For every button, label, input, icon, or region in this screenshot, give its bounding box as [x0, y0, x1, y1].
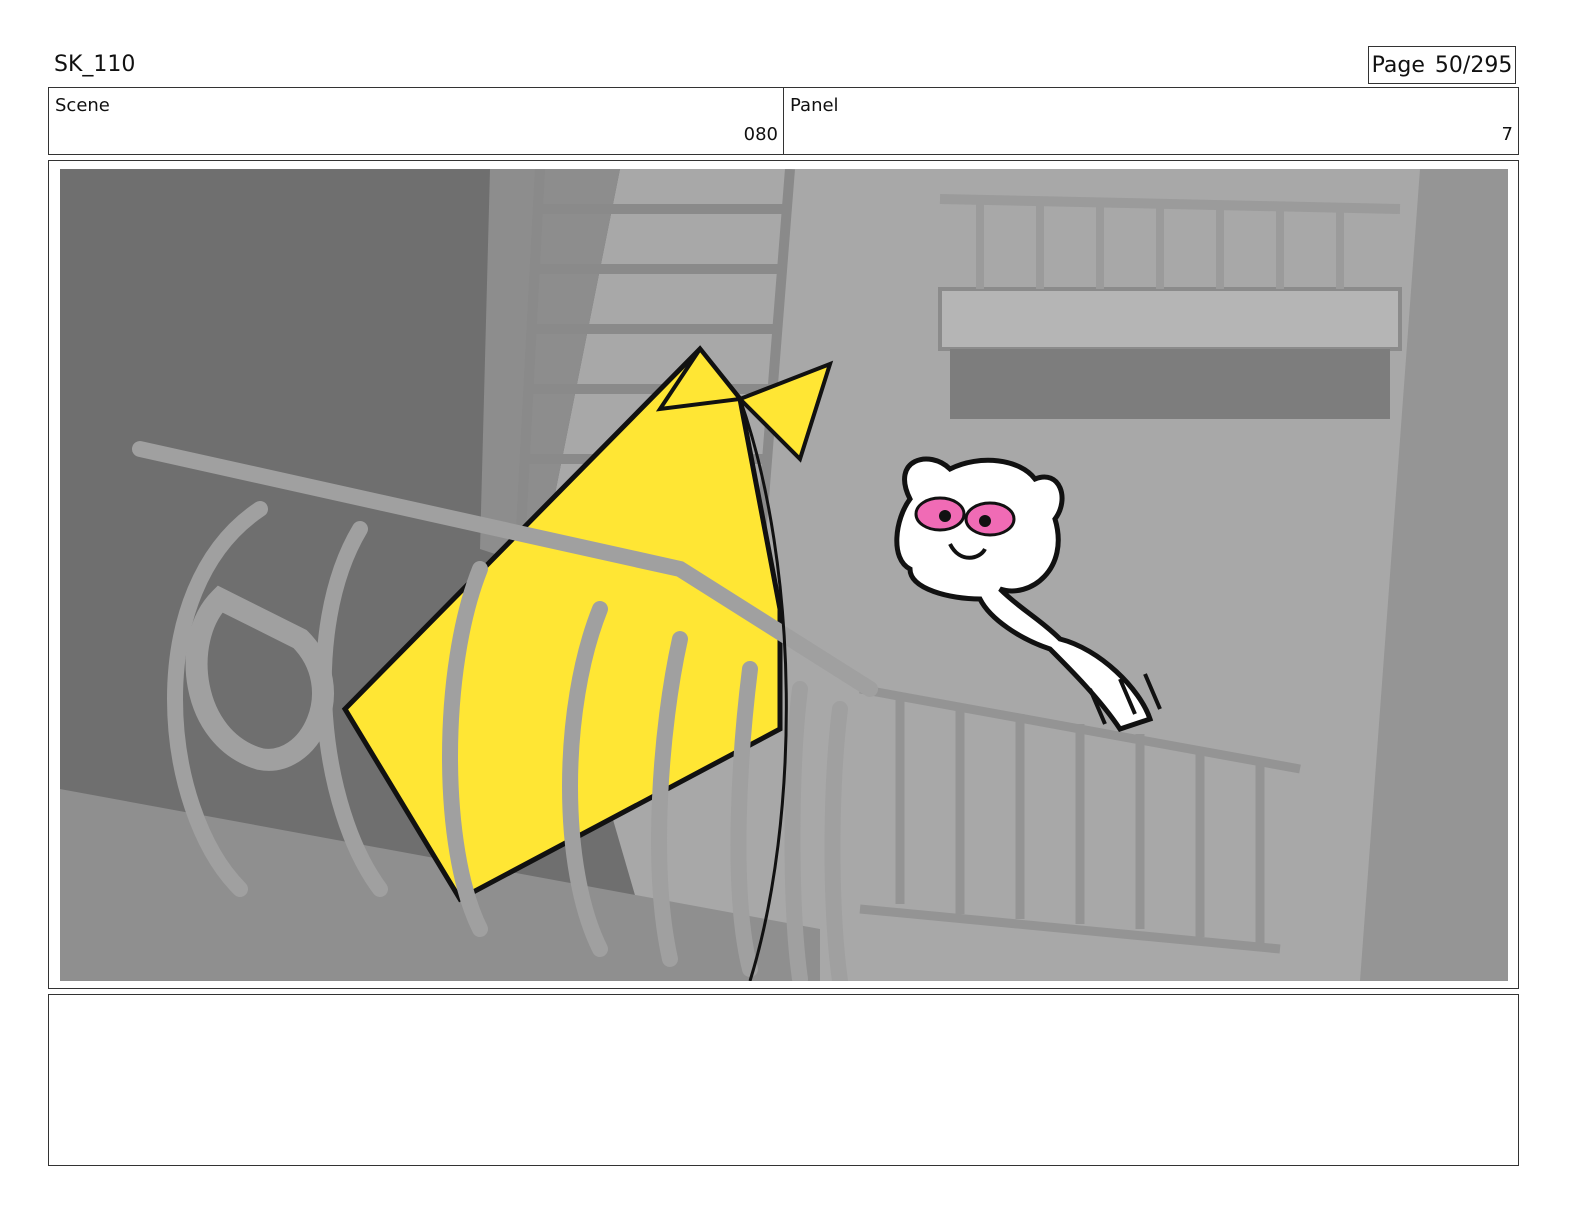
scene-label: Scene	[55, 95, 110, 116]
page-number: 50/295	[1434, 52, 1513, 78]
scene-value: 080	[743, 124, 778, 145]
panel-value: 7	[1501, 124, 1513, 145]
scene-panel-header: Scene 080 Panel 7	[48, 87, 1519, 155]
panel-cell: Panel 7	[784, 88, 1518, 154]
scene-cell: Scene 080	[49, 88, 784, 154]
sheet-title: SK_110	[54, 52, 136, 77]
page-label: Page	[1371, 52, 1425, 78]
notes-area	[48, 994, 1519, 1166]
page-indicator: Page 50/295	[1368, 46, 1516, 84]
storyboard-frame	[48, 160, 1519, 989]
panel-label: Panel	[790, 95, 839, 116]
storyboard-illustration	[60, 169, 1508, 981]
